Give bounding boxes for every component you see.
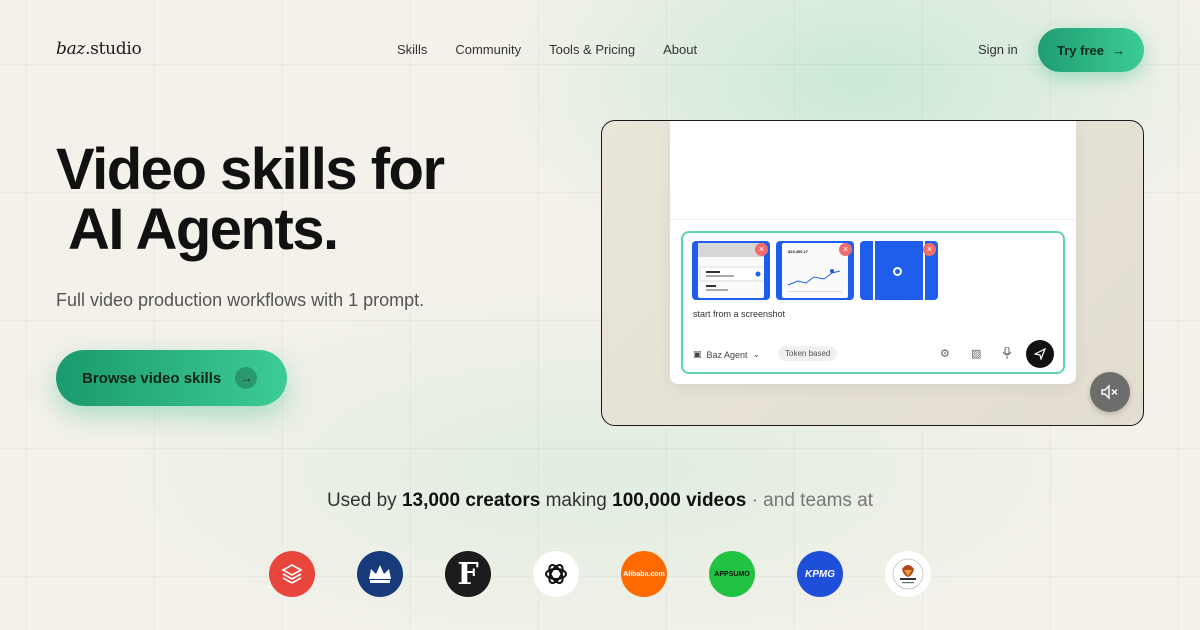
remove-attachment-icon[interactable]: × (923, 243, 936, 256)
list-screenshot-icon (698, 243, 770, 291)
openai-knot-icon (545, 563, 567, 585)
try-free-label: Try free (1057, 42, 1104, 58)
openai-logo (533, 551, 579, 597)
usage-stats: Used by 13,000 creators making 100,000 v… (0, 490, 1200, 512)
remove-attachment-icon[interactable]: × (839, 243, 852, 256)
thumbnail-divider (873, 241, 875, 300)
emblem-logo (885, 551, 931, 597)
creators-count: 13,000 creators (401, 490, 541, 511)
hero-title-line2: AI Agents. (68, 197, 339, 262)
thumbnail-content: $23,450.17 (782, 243, 848, 298)
usage-middle: making (540, 490, 613, 511)
microphone-shape (1002, 346, 1012, 359)
demo-video[interactable]: × $23,450.17 × × start from a screenshot… (601, 120, 1144, 426)
chat-panel: × $23,450.17 × × start from a screenshot… (670, 121, 1076, 384)
agent-label: Baz Agent (706, 349, 748, 360)
appsumo-logo: APPSUMO (709, 551, 755, 597)
browse-label: Browse video skills (82, 369, 222, 387)
attachment-thumbnail-2[interactable]: $23,450.17 × (776, 241, 854, 300)
site-logo[interactable]: baz.studio (56, 39, 142, 59)
logo-brand: baz (56, 39, 86, 59)
panel-divider (670, 219, 1076, 220)
alibaba-logo: Alibaba.com (621, 551, 667, 597)
customer-logos: F Alibaba.com APPSUMO KPMG (269, 551, 931, 597)
videos-count: 100,000 videos (612, 490, 747, 511)
token-chip[interactable]: Token based (778, 346, 838, 361)
arrow-right-icon: → (1111, 42, 1125, 58)
emblem-seal-icon (892, 558, 924, 590)
thumbnail-content (698, 243, 770, 298)
chevron-down-icon: ⌄ (752, 349, 761, 359)
composer-toolbar: ▣ Baz Agent ⌄ Token based ⚙ ▨ (683, 333, 1063, 373)
nav-link-about[interactable]: About (663, 42, 697, 57)
try-free-button[interactable]: Try free → (1038, 28, 1144, 72)
hero-subtitle: Full video production workflows with 1 p… (56, 290, 425, 310)
usage-suffix: · and teams at (746, 490, 874, 511)
image-icon: ▣ (693, 349, 702, 359)
speaker-muted-icon (1101, 384, 1118, 400)
nav-link-tools-pricing[interactable]: Tools & Pricing (549, 42, 635, 57)
hero-title-line1: Video skills for (56, 137, 445, 202)
nav-menu: Skills Community Tools & Pricing About (397, 42, 697, 57)
sign-in-link[interactable]: Sign in (978, 42, 1018, 57)
arrow-right-icon: → (235, 367, 258, 389)
stack-layers-icon (281, 564, 303, 584)
browse-video-skills-button[interactable]: Browse video skills → (56, 350, 287, 406)
chat-composer[interactable]: × $23,450.17 × × start from a screenshot… (681, 231, 1065, 374)
top-nav: baz.studio Skills Community Tools & Pric… (0, 0, 1200, 100)
usage-prefix: Used by (326, 490, 402, 511)
kpmg-logo: KPMG (797, 551, 843, 597)
send-icon (1034, 348, 1046, 360)
crown-icon (369, 565, 391, 583)
appsumo-text: APPSUMO (714, 570, 750, 578)
send-button[interactable] (1026, 340, 1054, 368)
remove-attachment-icon[interactable]: × (755, 243, 768, 256)
loading-ring-icon (893, 267, 902, 276)
f-logo: F (445, 551, 491, 597)
hero-title: Video skills for AI Agents. (56, 137, 445, 262)
mute-button[interactable] (1090, 372, 1130, 412)
logo-suffix: .studio (85, 39, 142, 59)
crown-logo (357, 551, 403, 597)
nav-link-community[interactable]: Community (455, 42, 521, 57)
alibaba-text: Alibaba.com (623, 570, 665, 578)
attachment-thumbnail-3[interactable]: × (860, 241, 938, 300)
gear-icon[interactable]: ⚙ (940, 347, 950, 360)
agent-selector[interactable]: ▣ Baz Agent ⌄ (693, 349, 760, 360)
prompt-text[interactable]: start from a screenshot (693, 309, 785, 319)
kpmg-text: KPMG (805, 568, 835, 580)
stack-logo (269, 551, 315, 597)
thumbnail-amount: $23,450.17 (788, 249, 809, 254)
microphone-icon[interactable] (1002, 346, 1012, 362)
f-letter: F (457, 556, 479, 592)
nav-link-skills[interactable]: Skills (397, 42, 427, 57)
image-upload-icon[interactable]: ▨ (971, 347, 981, 360)
attachment-thumbnail-1[interactable]: × (692, 241, 770, 300)
chart-screenshot-icon: $23,450.17 (787, 249, 842, 292)
